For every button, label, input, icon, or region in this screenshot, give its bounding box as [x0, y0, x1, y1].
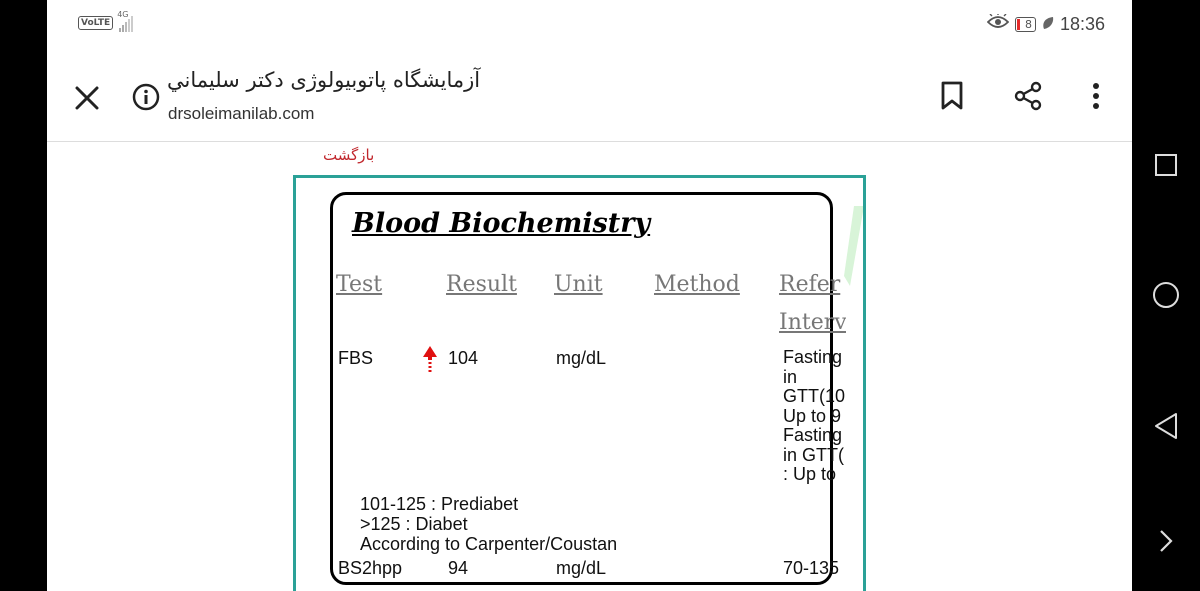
table-cell-test: BS2hpp — [338, 558, 403, 578]
battery-level: 8 — [1024, 18, 1032, 31]
note-line: >125 : Diabet — [360, 514, 468, 534]
close-icon — [75, 86, 99, 110]
column-header-method[interactable]: Method — [654, 272, 740, 297]
table-cell-unit: mg/dL — [556, 558, 607, 578]
table-cell-result: 94 — [448, 558, 469, 578]
circle-icon — [1153, 282, 1179, 308]
android-nav-bar — [1132, 0, 1200, 591]
column-header-interval[interactable]: Interv — [779, 310, 846, 335]
table-cell-unit: mg/dL — [556, 348, 607, 368]
share-icon — [1014, 81, 1042, 111]
column-header-unit[interactable]: Unit — [554, 272, 603, 297]
home-button[interactable] — [1151, 280, 1181, 310]
column-header-result[interactable]: Result — [446, 272, 517, 297]
square-icon — [1155, 154, 1177, 176]
reference-line: Fasting — [783, 348, 843, 367]
high-arrow-icon — [423, 346, 437, 372]
triangle-back-icon — [1155, 413, 1177, 439]
info-icon[interactable] — [131, 82, 161, 112]
volte-badge: VoLTE — [78, 16, 114, 30]
note-line: 101-125 : Prediabet — [360, 494, 519, 514]
bookmark-button[interactable] — [934, 78, 970, 114]
report-title: Blood Biochemistry — [352, 208, 651, 239]
green-shape — [844, 206, 863, 286]
signal-icon: 4G — [117, 10, 134, 32]
reference-line: Fasting — [783, 425, 843, 445]
column-header-reference[interactable]: Refer — [779, 272, 840, 297]
status-left: VoLTE 4G — [78, 10, 134, 32]
report-content: Blood Biochemistry Test Result Unit Meth… — [336, 188, 846, 588]
nav-expand-button[interactable] — [1151, 526, 1181, 556]
note-line: According to Carpenter/Coustan — [360, 534, 618, 554]
more-vert-icon — [1093, 83, 1099, 109]
table-cell-result: 104 — [448, 348, 479, 368]
close-button[interactable] — [69, 80, 105, 116]
network-type-label: 4G — [117, 10, 129, 19]
back-link[interactable]: بازگشت — [323, 146, 374, 164]
table-cell-reference: Fasting in GTT(10 Up to 9 Fasting in GTT… — [783, 348, 845, 485]
reference-line: in GTT( — [783, 444, 844, 465]
browser-toolbar: آزمايشگاه پاتوبيولوژی دکتر سليماني drsol… — [47, 58, 1132, 140]
table-cell-test: FBS — [338, 348, 374, 368]
back-button[interactable] — [1151, 411, 1181, 441]
leaf-icon — [1042, 14, 1054, 35]
column-header-test[interactable]: Test — [336, 272, 382, 297]
interpretation-note: 101-125 : Prediabet >125 : Diabet Accord… — [360, 494, 617, 554]
recents-button[interactable] — [1151, 150, 1181, 180]
reference-line: GTT(10 — [783, 386, 845, 406]
bookmark-icon — [941, 81, 963, 110]
reference-line: in — [783, 366, 798, 387]
share-button[interactable] — [1010, 78, 1046, 114]
reference-line: Up to 9 — [783, 405, 842, 426]
table-cell-reference: 70-135 — [783, 558, 840, 578]
chevron-right-icon — [1160, 530, 1173, 552]
eye-comfort-icon — [986, 13, 1010, 35]
battery-icon: 8 — [1014, 17, 1036, 32]
status-right: 8 18:36 — [986, 13, 1105, 35]
clock: 18:36 — [1059, 14, 1105, 34]
browser-screen: VoLTE 4G 8 18:36 آزمايشگاه پاتوبيولوژی د… — [47, 0, 1132, 591]
toolbar-divider — [47, 141, 1132, 142]
site-url: drsoleimanilab.com — [168, 104, 315, 123]
more-options-button[interactable] — [1078, 78, 1114, 114]
reference-line: : Up to — [783, 464, 837, 484]
site-title: آزمايشگاه پاتوبيولوژی دکتر سليماني — [167, 68, 481, 92]
report-frame: Blood Biochemistry Test Result Unit Meth… — [293, 175, 866, 591]
